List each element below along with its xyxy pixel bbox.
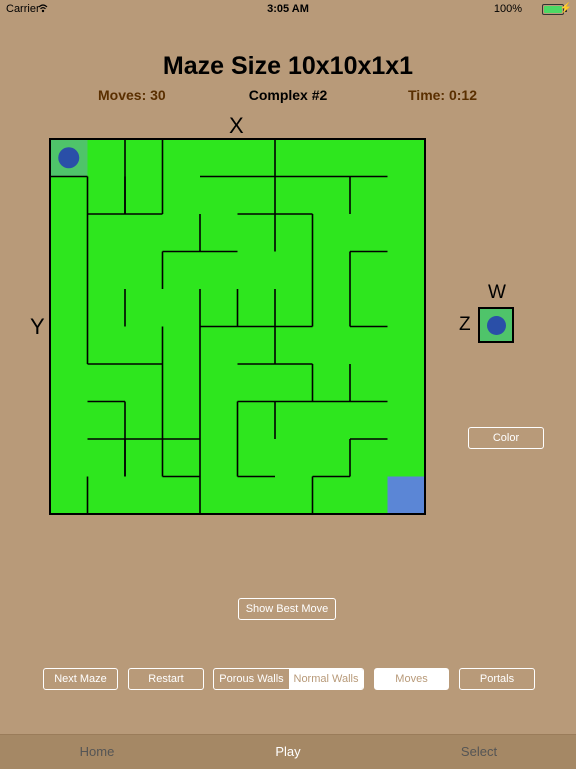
maze-board[interactable] (48, 137, 426, 515)
battery-percent: 100% (493, 3, 522, 15)
player-marker-mini (487, 316, 506, 335)
tab-play[interactable]: Play (228, 744, 348, 759)
next-maze-button[interactable]: Next Maze (43, 668, 118, 690)
tab-bar: Home Play Select (0, 734, 576, 769)
normal-walls-option[interactable]: Normal Walls (289, 669, 363, 689)
status-time: 3:05 AM (267, 3, 309, 15)
moves-toggle-button[interactable]: Moves (374, 668, 449, 690)
timer: Time: 0:12 (408, 87, 477, 103)
portals-button[interactable]: Portals (459, 668, 535, 690)
color-button[interactable]: Color (468, 427, 544, 449)
level-label: Complex #2 (248, 87, 328, 103)
w-axis-label: W (488, 282, 506, 303)
wall-mode-segmented-control: Porous Walls Normal Walls (213, 668, 364, 690)
z-axis-label: Z (459, 314, 471, 335)
show-best-move-button[interactable]: Show Best Move (238, 598, 336, 620)
status-bar: Carrier 3:05 AM 100% ⚡ (0, 0, 576, 18)
y-axis-label: Y (30, 314, 45, 339)
tab-home[interactable]: Home (37, 744, 157, 759)
page-title: Maze Size 10x10x1x1 (162, 52, 414, 80)
charging-icon: ⚡ (559, 3, 572, 14)
goal-cell (387, 476, 425, 514)
x-axis-label: X (229, 113, 244, 138)
restart-button[interactable]: Restart (128, 668, 204, 690)
tab-select[interactable]: Select (419, 744, 539, 759)
wz-position-cell (478, 307, 514, 343)
player-marker (58, 147, 80, 169)
porous-walls-option[interactable]: Porous Walls (214, 669, 289, 689)
